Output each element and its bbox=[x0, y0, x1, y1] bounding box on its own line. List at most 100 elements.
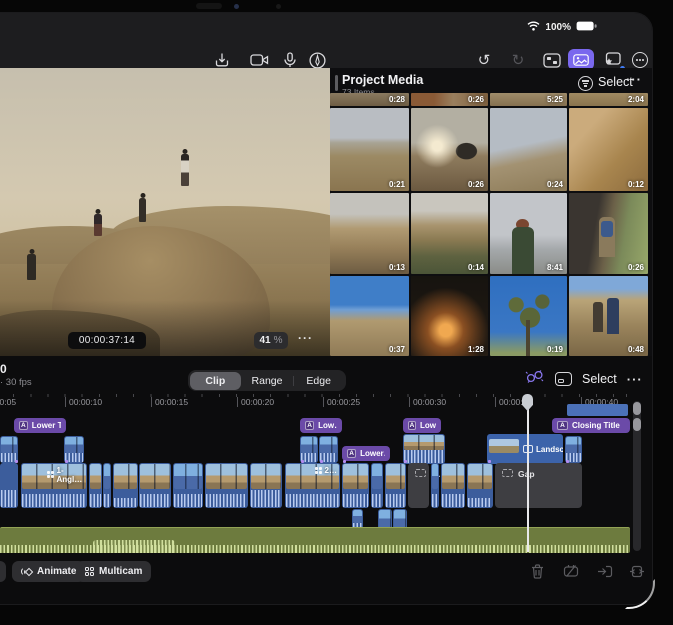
media-thumbnail[interactable]: 0:21 bbox=[330, 108, 409, 191]
storyline-clip[interactable] bbox=[441, 463, 465, 508]
viewer-more-button[interactable]: ··· bbox=[298, 331, 313, 345]
media-thumbnail[interactable]: 1:28 bbox=[411, 276, 488, 356]
title-clip[interactable]: ALower… bbox=[342, 446, 390, 461]
media-thumbnail[interactable]: 0:24 bbox=[490, 108, 567, 191]
storyline-clip[interactable] bbox=[0, 463, 18, 508]
magnetic-timeline-icon[interactable] bbox=[524, 369, 545, 389]
connected-clip[interactable] bbox=[403, 434, 445, 464]
import-button[interactable] bbox=[210, 50, 234, 70]
media-thumbnail[interactable]: 0:19 bbox=[490, 276, 567, 356]
multicam-clip[interactable]: 2… bbox=[285, 463, 340, 508]
zoom-level-button[interactable]: 41 % bbox=[254, 332, 288, 349]
timeline-more-button[interactable]: ··· bbox=[627, 372, 643, 387]
media-thumbnail[interactable]: 0:37 bbox=[330, 276, 409, 356]
storyline-clip[interactable] bbox=[173, 463, 203, 508]
zoom-unit: % bbox=[274, 335, 283, 346]
mode-clip[interactable]: Clip bbox=[190, 372, 242, 390]
connected-clip[interactable] bbox=[64, 436, 84, 463]
storyline-clip[interactable] bbox=[371, 463, 383, 508]
clip-duration: 0:26 bbox=[468, 180, 484, 189]
media-thumbnail[interactable]: 5:25 bbox=[490, 93, 567, 106]
title-clip-label: Low… bbox=[318, 421, 337, 430]
media-thumbnail[interactable]: 0:26 bbox=[569, 193, 648, 274]
media-thumbnail[interactable]: 2:04 bbox=[569, 93, 648, 106]
media-thumbnail[interactable]: 0:14 bbox=[411, 193, 488, 274]
connected-clip-bar[interactable] bbox=[567, 404, 628, 416]
title-badge: A bbox=[408, 421, 416, 430]
connection-dot bbox=[65, 460, 68, 463]
person-standing bbox=[181, 154, 189, 186]
timeline-scrollbar-thumb[interactable] bbox=[633, 402, 641, 415]
undo-button[interactable]: ↺ bbox=[472, 50, 496, 70]
multicam-button[interactable]: Multicam bbox=[76, 561, 151, 582]
ellipsis-circle-icon bbox=[632, 52, 648, 68]
storyline-clip[interactable] bbox=[113, 463, 138, 508]
storyline-clip[interactable] bbox=[250, 463, 282, 508]
media-thumbnail[interactable]: 8:41 bbox=[490, 193, 567, 274]
timeline-select-button[interactable]: Select bbox=[582, 372, 617, 386]
browse-media-button[interactable] bbox=[568, 49, 594, 70]
storyline-clip[interactable] bbox=[103, 463, 111, 508]
clip-duration: 0:48 bbox=[628, 345, 644, 354]
more-options-button[interactable] bbox=[628, 50, 652, 70]
mode-edge[interactable]: Edge bbox=[293, 372, 345, 390]
clip-duration: 0:21 bbox=[389, 180, 405, 189]
storyline-clip[interactable] bbox=[342, 463, 369, 508]
media-thumbnail[interactable]: 0:26 bbox=[411, 93, 488, 106]
title-clip[interactable]: AClosing Title bbox=[552, 418, 630, 433]
adjustments-button[interactable] bbox=[540, 50, 564, 70]
landscape-clip[interactable]: Landscap… bbox=[487, 434, 563, 464]
connected-clip[interactable] bbox=[0, 436, 18, 463]
blue-backpack bbox=[601, 221, 613, 237]
title-clip[interactable]: ALower T… bbox=[14, 418, 66, 433]
status-bar: 100% bbox=[527, 20, 597, 34]
storyline-clip[interactable] bbox=[467, 463, 493, 508]
trim-clip-button[interactable] bbox=[628, 562, 646, 580]
media-thumbnail[interactable]: 0:13 bbox=[330, 193, 409, 274]
title-clip[interactable]: ALow… bbox=[403, 418, 441, 433]
connected-clip[interactable] bbox=[565, 436, 582, 463]
storyline-clip[interactable] bbox=[431, 463, 439, 508]
multicam-label: 1-Angl… bbox=[47, 466, 87, 484]
title-badge: A bbox=[19, 421, 28, 430]
timecode-display[interactable]: 00:00:37:14 bbox=[68, 332, 146, 349]
record-video-button[interactable] bbox=[247, 50, 271, 70]
detach-audio-button[interactable] bbox=[562, 562, 580, 580]
panel-title: Project Media bbox=[342, 73, 423, 87]
storyline-clip[interactable] bbox=[89, 463, 102, 508]
title-badge: A bbox=[557, 421, 568, 430]
gap-clip[interactable]: G… bbox=[408, 463, 429, 508]
connected-clip[interactable] bbox=[300, 436, 318, 463]
filter-icon[interactable] bbox=[578, 76, 593, 91]
audio-track[interactable] bbox=[0, 527, 630, 553]
animate-icon bbox=[21, 566, 32, 577]
edge-button-partial[interactable] bbox=[0, 561, 6, 582]
timeline-scrollbar-thumb[interactable] bbox=[633, 418, 641, 431]
titles-effects-button[interactable] bbox=[600, 50, 624, 70]
storyline-clip[interactable] bbox=[385, 463, 406, 508]
media-thumbnail[interactable]: 0:12 bbox=[569, 108, 648, 191]
media-thumbnail[interactable]: 0:28 bbox=[330, 93, 409, 106]
connected-clip[interactable] bbox=[319, 436, 338, 463]
project-media-panel: Project Media 73 Items Select ··· 0:28 0… bbox=[330, 68, 652, 356]
media-thumbnail[interactable]: 0:48 bbox=[569, 276, 648, 356]
clip-label: Landscap… bbox=[536, 445, 563, 454]
delete-clip-button[interactable] bbox=[528, 562, 546, 580]
multicam-label: 2… bbox=[315, 466, 337, 475]
mode-range[interactable]: Range bbox=[241, 372, 293, 390]
storyline-clip[interactable] bbox=[139, 463, 171, 508]
multicam-clip[interactable]: 1-Angl… bbox=[21, 463, 87, 508]
media-thumbnail[interactable]: 0:26 bbox=[411, 108, 488, 191]
title-clip[interactable]: ALow… bbox=[300, 418, 342, 433]
record-voiceover-button[interactable] bbox=[278, 50, 302, 70]
clip-duration: 0:19 bbox=[547, 345, 563, 354]
gap-clip[interactable]: Gap bbox=[495, 463, 582, 508]
insert-clip-button[interactable] bbox=[596, 562, 614, 580]
pencil-draw-button[interactable] bbox=[305, 50, 329, 70]
playhead-handle[interactable] bbox=[522, 394, 533, 411]
media-more-button[interactable]: ··· bbox=[626, 72, 642, 87]
animate-button[interactable]: Animate bbox=[12, 561, 85, 582]
picture-in-picture-icon[interactable] bbox=[555, 372, 572, 386]
redo-button[interactable]: ↻ bbox=[506, 50, 530, 70]
storyline-clip[interactable] bbox=[205, 463, 248, 508]
